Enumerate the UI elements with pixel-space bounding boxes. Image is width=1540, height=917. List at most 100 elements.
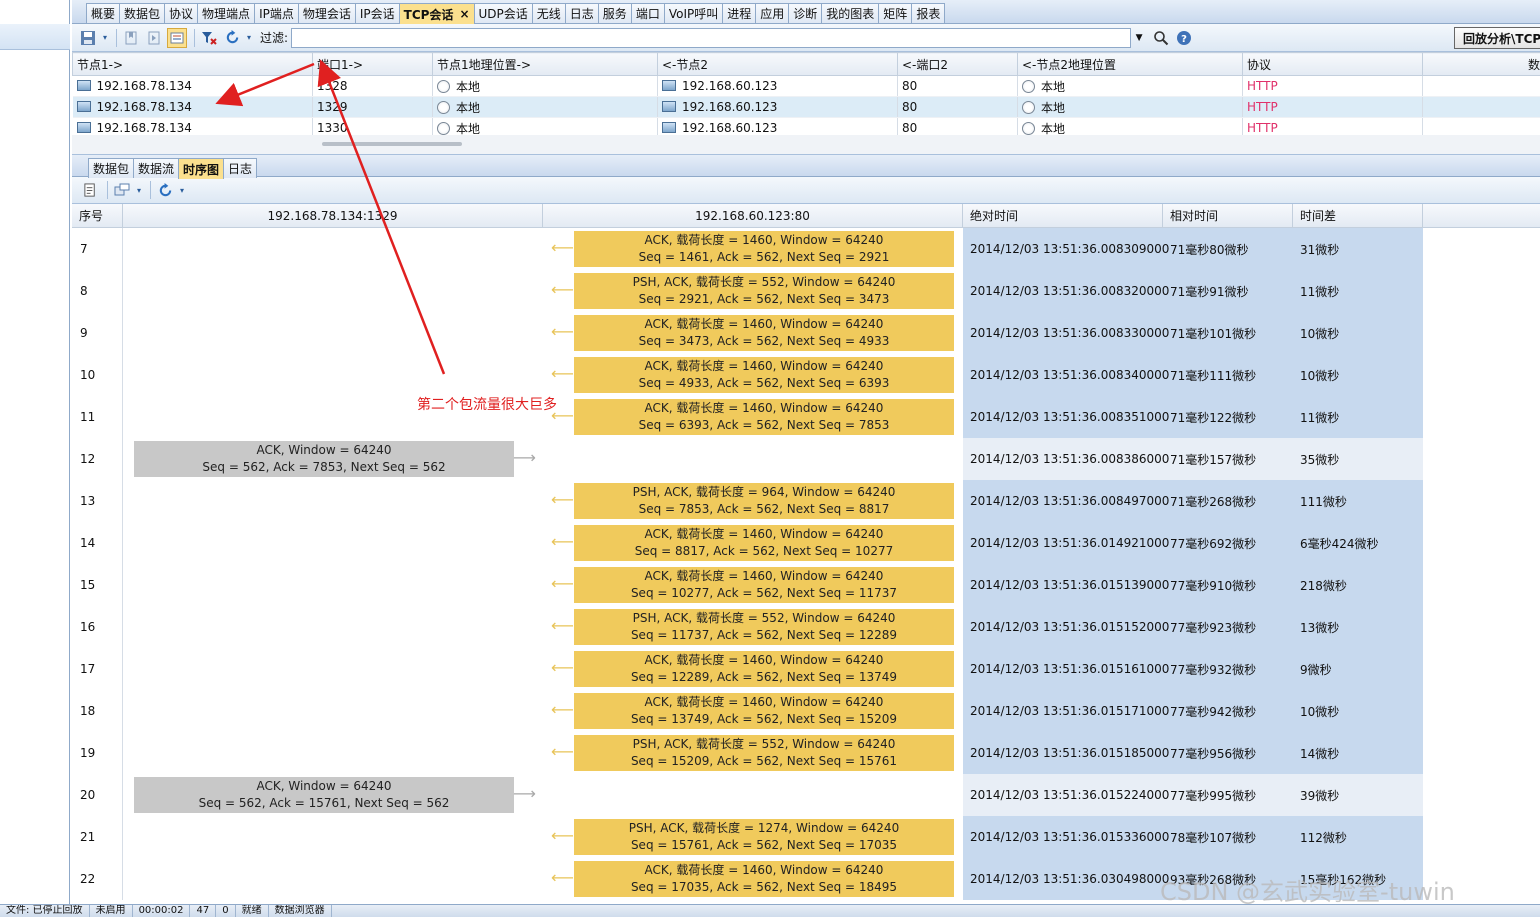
tab-0[interactable]: 概要 — [86, 3, 121, 23]
detail-tab-3[interactable]: 日志 — [223, 158, 258, 178]
detail-tab-1[interactable]: 数据流 — [133, 158, 180, 178]
tab-5[interactable]: 物理会话 — [297, 3, 356, 23]
help-icon[interactable]: ? — [1174, 28, 1194, 48]
refresh-icon[interactable] — [222, 28, 242, 48]
sequence-row[interactable]: 20 ACK, Window = 64240 Seq = 562, Ack = 15… — [72, 774, 1423, 816]
tab-6[interactable]: IP会话 — [354, 3, 400, 23]
close-icon[interactable]: × — [459, 7, 469, 21]
client-packet[interactable]: ACK, Window = 64240 Seq = 562, Ack = 7853… — [134, 441, 514, 477]
refresh-dropdown-icon[interactable]: ▾ — [245, 28, 253, 48]
session-cell: 本地 — [432, 75, 658, 97]
server-packet[interactable]: PSH, ACK, 载荷长度 = 1274, Window = 64240 Seq… — [574, 819, 954, 855]
sequence-row[interactable]: 10 ACK, 载荷长度 = 1460, Window = 64240 Seq = … — [72, 354, 1423, 396]
server-packet[interactable]: PSH, ACK, 载荷长度 = 552, Window = 64240 Seq … — [574, 735, 954, 771]
filter-input[interactable] — [291, 27, 1132, 48]
server-packet[interactable]: ACK, 载荷长度 = 1460, Window = 64240 Seq = 63… — [574, 399, 954, 435]
sequence-row[interactable]: 19 PSH, ACK, 载荷长度 = 552, Window = 64240 Se… — [72, 732, 1423, 774]
session-horizontal-scrollbar[interactable] — [72, 135, 1540, 155]
session-row[interactable]: 192.168.78.134 1328 本地 192.168.60.123 80 本地 HT… — [72, 75, 1540, 97]
tab-12[interactable]: 端口 — [630, 3, 665, 23]
timing-abs: 2014/12/03 13:51:36.015224000 — [970, 788, 1170, 802]
server-packet[interactable]: ACK, 载荷长度 = 1460, Window = 64240 Seq = 17… — [574, 861, 954, 897]
session-column-header[interactable]: 节点1-> — [72, 52, 313, 76]
session-cell: 192.168.78.134 — [72, 75, 313, 97]
tab-2[interactable]: 协议 — [164, 3, 199, 23]
filter-icon[interactable] — [199, 28, 219, 48]
bookmark-next-icon[interactable] — [144, 28, 164, 48]
packet-timing: 2014/12/03 13:51:36.008351000 71毫秒122微秒 11… — [963, 396, 1423, 438]
session-column-header[interactable]: 协议 — [1242, 52, 1423, 76]
tab-19[interactable]: 报表 — [911, 3, 946, 23]
replay-analysis-button[interactable]: 回放分析\TCP — [1454, 27, 1540, 49]
search-icon[interactable] — [1151, 28, 1171, 48]
detail-tab-bar: 数据包 数据流 时序图 日志 — [72, 155, 1540, 179]
tab-17[interactable]: 我的图表 — [821, 3, 880, 23]
sequence-row[interactable]: 8 PSH, ACK, 载荷长度 = 552, Window = 64240 Seq… — [72, 270, 1423, 312]
export-icon[interactable] — [80, 180, 100, 200]
tab-18[interactable]: 矩阵 — [878, 3, 913, 23]
detail-tab-2[interactable]: 时序图 — [178, 158, 225, 179]
save-icon[interactable] — [78, 28, 98, 48]
sequence-view-icon[interactable] — [167, 27, 187, 48]
session-column-header[interactable]: 数 — [1422, 52, 1540, 76]
server-packet[interactable]: PSH, ACK, 载荷长度 = 964, Window = 64240 Seq … — [574, 483, 954, 519]
filter-dropdown-icon[interactable]: ▼ — [1133, 28, 1145, 48]
scrollbar-thumb[interactable] — [322, 142, 462, 146]
session-geo2: 本地 — [1041, 79, 1066, 94]
tab-9[interactable]: 无线 — [531, 3, 566, 23]
packet-seq: Seq = 15209, Ack = 562, Next Seq = 15761 — [630, 754, 898, 768]
refresh-dropdown-icon[interactable]: ▾ — [178, 180, 186, 200]
server-packet[interactable]: ACK, 载荷长度 = 1460, Window = 64240 Seq = 13… — [574, 693, 954, 729]
sequence-row[interactable]: 16 PSH, ACK, 载荷长度 = 552, Window = 64240 Se… — [72, 606, 1423, 648]
server-packet[interactable]: ACK, 载荷长度 = 1460, Window = 64240 Seq = 12… — [574, 651, 954, 687]
session-geo2: 本地 — [1041, 100, 1066, 115]
session-column-header[interactable]: <-节点2地理位置 — [1017, 52, 1243, 76]
session-row[interactable]: 192.168.78.134 1330 本地 192.168.60.123 80 本地 HT… — [72, 117, 1540, 135]
sequence-row[interactable]: 18 ACK, 载荷长度 = 1460, Window = 64240 Seq = … — [72, 690, 1423, 732]
sequence-row[interactable]: 11 ACK, 载荷长度 = 1460, Window = 64240 Seq = … — [72, 396, 1423, 438]
server-packet[interactable]: ACK, 载荷长度 = 1460, Window = 64240 Seq = 14… — [574, 231, 954, 267]
server-packet[interactable]: ACK, 载荷长度 = 1460, Window = 64240 Seq = 34… — [574, 315, 954, 351]
server-packet[interactable]: ACK, 载荷长度 = 1460, Window = 64240 Seq = 49… — [574, 357, 954, 393]
session-row[interactable]: 192.168.78.134 1329 本地 192.168.60.123 80 本地 HT… — [72, 96, 1540, 118]
sequence-row[interactable]: 12 ACK, Window = 64240 Seq = 562, Ack = 78… — [72, 438, 1423, 480]
packet-seq: Seq = 17035, Ack = 562, Next Seq = 18495 — [630, 880, 898, 894]
sequence-row[interactable]: 14 ACK, 载荷长度 = 1460, Window = 64240 Seq = … — [72, 522, 1423, 564]
tab-1[interactable]: 数据包 — [119, 3, 166, 23]
tab-11[interactable]: 服务 — [597, 3, 632, 23]
client-packet[interactable]: ACK, Window = 64240 Seq = 562, Ack = 1576… — [134, 777, 514, 813]
tab-15[interactable]: 应用 — [755, 3, 790, 23]
save-dropdown-icon[interactable]: ▾ — [101, 28, 109, 48]
sequence-row[interactable]: 7 ACK, 载荷长度 = 1460, Window = 64240 Seq = 1… — [72, 228, 1423, 270]
tab-7[interactable]: TCP会话 × — [398, 3, 475, 24]
timing-abs: 2014/12/03 13:51:36.015139000 — [970, 578, 1170, 592]
sequence-row[interactable]: 15 ACK, 载荷长度 = 1460, Window = 64240 Seq = … — [72, 564, 1423, 606]
tab-13[interactable]: VoIP呼叫 — [663, 3, 724, 23]
detail-tab-0[interactable]: 数据包 — [88, 158, 135, 178]
session-column-header[interactable]: <-节点2 — [657, 52, 898, 76]
tab-8[interactable]: UDP会话 — [473, 3, 533, 23]
tab-16[interactable]: 诊断 — [788, 3, 823, 23]
sequence-row[interactable]: 17 ACK, 载荷长度 = 1460, Window = 64240 Seq = … — [72, 648, 1423, 690]
session-column-header[interactable]: 节点1地理位置-> — [432, 52, 658, 76]
server-packet[interactable]: PSH, ACK, 载荷长度 = 552, Window = 64240 Seq … — [574, 609, 954, 645]
bookmark-icon[interactable] — [121, 28, 141, 48]
sequence-number: 16 — [72, 606, 123, 648]
tab-3[interactable]: 物理端点 — [197, 3, 256, 23]
timing-rel: 77毫秒995微秒 — [1170, 788, 1257, 803]
session-column-header[interactable]: <-端口2 — [897, 52, 1018, 76]
server-packet[interactable]: PSH, ACK, 载荷长度 = 552, Window = 64240 Seq … — [574, 273, 954, 309]
sequence-row[interactable]: 22 ACK, 载荷长度 = 1460, Window = 64240 Seq = … — [72, 858, 1423, 900]
sequence-row[interactable]: 13 PSH, ACK, 载荷长度 = 964, Window = 64240 Se… — [72, 480, 1423, 522]
tab-10[interactable]: 日志 — [564, 3, 599, 23]
server-packet[interactable]: ACK, 载荷长度 = 1460, Window = 64240 Seq = 88… — [574, 525, 954, 561]
sequence-row[interactable]: 9 ACK, 载荷长度 = 1460, Window = 64240 Seq = 3… — [72, 312, 1423, 354]
sequence-row[interactable]: 21 PSH, ACK, 载荷长度 = 1274, Window = 64240 S… — [72, 816, 1423, 858]
session-column-header[interactable]: 端口1-> — [312, 52, 433, 76]
layout-icon[interactable] — [112, 180, 132, 200]
tab-14[interactable]: 进程 — [722, 3, 757, 23]
server-packet[interactable]: ACK, 载荷长度 = 1460, Window = 64240 Seq = 10… — [574, 567, 954, 603]
refresh-icon[interactable] — [155, 180, 175, 200]
tab-4[interactable]: IP端点 — [254, 3, 299, 23]
layout-dropdown-icon[interactable]: ▾ — [135, 180, 143, 200]
